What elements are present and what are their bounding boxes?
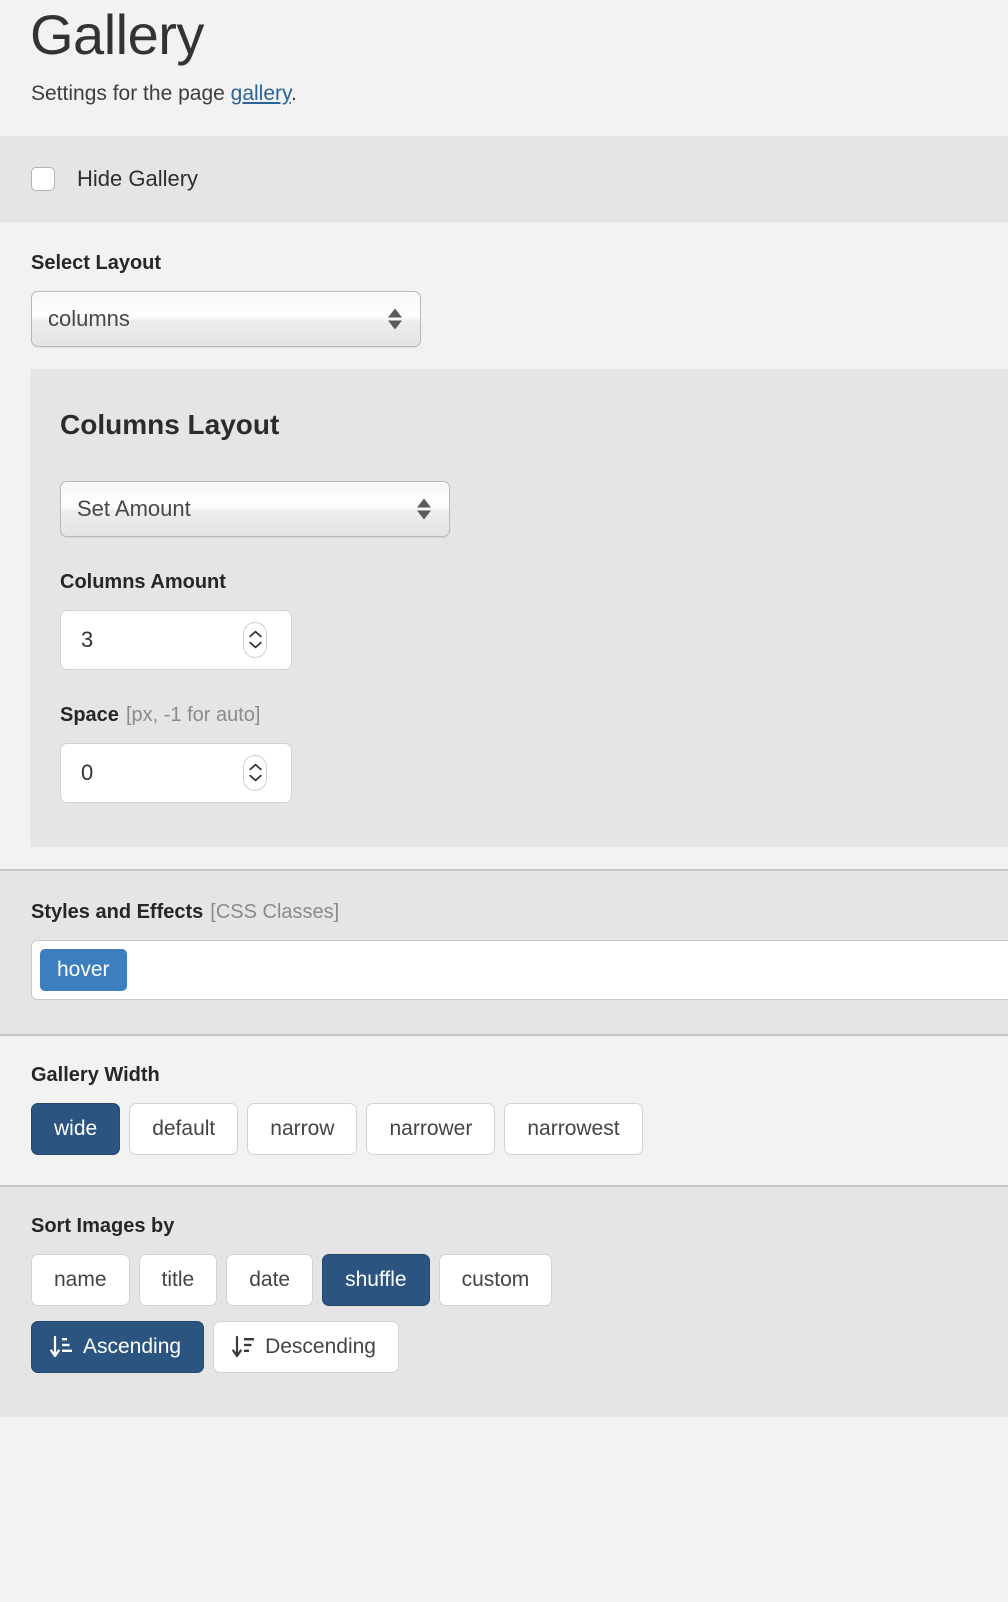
sort-option-date[interactable]: date [226,1253,314,1306]
sort-images-section: Sort Images by name title date shuffle c… [0,1186,1008,1418]
hide-gallery-row[interactable]: Hide Gallery [0,136,1008,222]
triangle-down-icon [388,320,402,330]
styles-and-effects-label: Styles and Effects [CSS Classes] [31,901,1008,924]
gallery-width-label: Gallery Width [31,1063,160,1086]
gallery-width-option-default[interactable]: default [129,1102,239,1155]
sort-option-name[interactable]: name [31,1253,130,1306]
sort-amount-asc-icon [50,1335,72,1358]
styles-and-effects-label-text: Styles and Effects [31,900,204,923]
sort-images-label: Sort Images by [31,1214,175,1237]
columns-space-label: Space [px, -1 for auto] [60,704,1008,727]
columns-space-block: Space [px, -1 for auto] 0 [60,704,1008,803]
styles-and-effects-section: Styles and Effects [CSS Classes] hover [0,870,1008,1034]
sort-direction-descending[interactable]: Descending [213,1320,399,1374]
sort-direction-button-group: Ascending Descending [31,1320,1008,1374]
hide-gallery-section: Hide Gallery [0,135,1008,222]
sort-direction-ascending-label: Ascending [83,1334,182,1358]
columns-amount-stepper[interactable] [243,621,267,658]
chevron-up-icon[interactable] [248,763,262,771]
page-title: Gallery [30,3,204,66]
gallery-settings-page: Gallery Settings for the page gallery. H… [0,0,1008,1418]
gallery-page-link[interactable]: gallery [231,82,291,105]
gallery-width-option-narrowest[interactable]: narrowest [504,1102,643,1155]
columns-space-input[interactable]: 0 [60,742,292,803]
hide-gallery-label: Hide Gallery [77,165,199,191]
columns-amount-value: 3 [81,626,94,652]
triangle-up-icon [417,498,431,508]
triangle-up-icon [388,308,402,318]
chevron-up-icon[interactable] [248,630,262,638]
styles-and-effects-hint: [CSS Classes] [210,900,340,923]
gallery-width-option-wide[interactable]: wide [31,1102,121,1155]
page-subtitle-suffix: . [290,81,297,105]
select-updown-arrows-icon [388,308,402,330]
select-layout-section: Select Layout columns Columns Layout Set… [0,221,1008,869]
columns-layout-title: Columns Layout [60,408,280,440]
columns-space-label-text: Space [60,703,119,726]
page-subtitle-prefix: Settings for the page [31,81,231,105]
chevron-down-icon[interactable] [248,641,262,649]
triangle-down-icon [417,510,431,520]
tag-chip[interactable]: hover [40,948,127,991]
sort-amount-desc-icon [232,1335,255,1358]
gallery-width-option-narrow[interactable]: narrow [247,1102,358,1155]
columns-layout-panel: Columns Layout Set Amount Columns Amount… [30,368,1008,847]
page-subtitle: Settings for the page gallery. [0,66,1008,106]
columns-mode-value: Set Amount [77,495,191,521]
gallery-width-button-group: wide default narrow narrower narrowest [31,1102,1008,1155]
select-layout-dropdown[interactable]: columns [31,290,421,347]
columns-mode-block: Set Amount [60,480,1008,537]
columns-mode-dropdown[interactable]: Set Amount [60,480,450,537]
page-header: Gallery Settings for the page gallery. [0,0,1008,136]
columns-space-stepper[interactable] [243,754,267,791]
sort-option-shuffle[interactable]: shuffle [322,1253,430,1306]
select-layout-value: columns [48,305,130,331]
gallery-width-option-narrower[interactable]: narrower [366,1102,496,1155]
columns-space-value: 0 [81,759,94,785]
sort-option-title[interactable]: title [138,1253,218,1306]
select-layout-label: Select Layout [31,251,162,274]
hide-gallery-checkbox[interactable] [31,166,55,191]
css-classes-tag-input[interactable]: hover [31,939,1008,1000]
chevron-down-icon[interactable] [248,774,262,782]
sort-option-custom[interactable]: custom [438,1253,553,1306]
columns-amount-input[interactable]: 3 [60,609,292,670]
select-updown-arrows-icon [417,498,431,520]
gallery-width-section: Gallery Width wide default narrow narrow… [0,1035,1008,1185]
columns-amount-block: Columns Amount 3 [60,571,1008,670]
sort-images-button-group: name title date shuffle custom [31,1253,1008,1306]
sort-direction-descending-label: Descending [265,1334,376,1358]
columns-space-hint: [px, -1 for auto] [125,703,261,726]
sort-direction-ascending[interactable]: Ascending [31,1320,205,1374]
columns-amount-label: Columns Amount [60,570,226,593]
